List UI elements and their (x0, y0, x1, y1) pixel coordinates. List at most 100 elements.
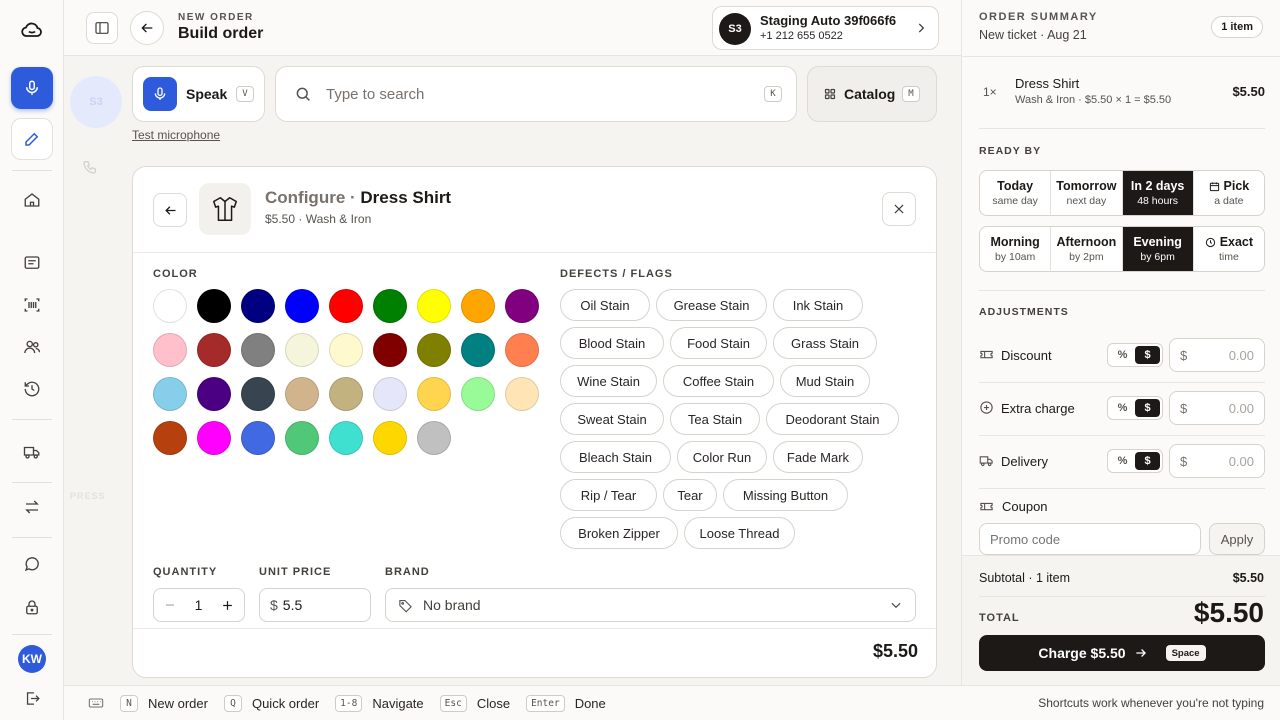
ready-option[interactable]: Evening by 6pm (1122, 227, 1194, 271)
color-swatch[interactable] (285, 421, 319, 455)
defect-chip[interactable]: Rip / Tear (560, 479, 657, 511)
unit-price-field[interactable]: $ 5.5 (259, 588, 371, 622)
color-swatch[interactable] (241, 289, 275, 323)
transfer-icon[interactable] (11, 486, 53, 528)
ready-option[interactable]: Exact time (1194, 227, 1264, 271)
ready-option[interactable]: Tomorrow next day (1051, 171, 1123, 215)
quantity-value[interactable]: 1 (195, 597, 203, 613)
defect-chip[interactable]: Grease Stain (656, 289, 767, 321)
color-swatch[interactable] (417, 333, 451, 367)
defect-chip[interactable]: Ink Stain (773, 289, 863, 321)
delivery-truck-icon[interactable] (11, 431, 53, 473)
speak-button[interactable]: Speak V (132, 66, 265, 122)
history-icon[interactable] (11, 368, 53, 410)
adjustment-amount-field[interactable]: $0.00 (1169, 338, 1265, 372)
color-swatch[interactable] (197, 421, 231, 455)
home-icon[interactable] (11, 179, 53, 221)
sidebar-toggle-button[interactable] (86, 12, 118, 44)
configure-back-button[interactable] (153, 193, 187, 227)
color-swatch[interactable] (461, 333, 495, 367)
color-swatch[interactable] (373, 421, 407, 455)
amount-type-toggle[interactable]: % $ (1107, 449, 1163, 473)
defect-chip[interactable]: Bleach Stain (560, 441, 671, 473)
search-input[interactable] (326, 85, 764, 103)
color-swatch[interactable] (505, 289, 539, 323)
defect-chip[interactable]: Missing Button (723, 479, 848, 511)
barcode-scan-icon[interactable] (11, 284, 53, 326)
ready-option[interactable]: Afternoon by 2pm (1051, 227, 1123, 271)
amount-type-toggle[interactable]: % $ (1107, 396, 1163, 420)
charge-button[interactable]: Charge $5.50 Space (979, 635, 1265, 671)
defect-chip[interactable]: Wine Stain (560, 365, 657, 397)
logo-icon[interactable] (20, 18, 44, 42)
color-swatch[interactable] (153, 421, 187, 455)
color-swatch[interactable] (505, 333, 539, 367)
defect-chip[interactable]: Grass Stain (773, 327, 877, 359)
defect-chip[interactable]: Broken Zipper (560, 517, 678, 549)
apply-button[interactable]: Apply (1209, 523, 1265, 555)
percent-option[interactable]: % (1110, 399, 1135, 417)
messages-icon[interactable] (11, 242, 53, 284)
defect-chip[interactable]: Deodorant Stain (766, 403, 899, 435)
color-swatch[interactable] (285, 333, 319, 367)
defect-chip[interactable]: Loose Thread (684, 517, 795, 549)
color-swatch[interactable] (329, 421, 363, 455)
defect-chip[interactable]: Tea Stain (670, 403, 760, 435)
dollar-option[interactable]: $ (1135, 452, 1160, 470)
color-swatch[interactable] (461, 289, 495, 323)
ready-option[interactable]: In 2 days 48 hours (1122, 171, 1194, 215)
build-order-button[interactable] (11, 118, 53, 160)
amount-type-toggle[interactable]: % $ (1107, 343, 1163, 367)
defect-chip[interactable]: Fade Mark (773, 441, 863, 473)
dollar-option[interactable]: $ (1135, 346, 1160, 364)
defect-chip[interactable]: Oil Stain (560, 289, 650, 321)
color-swatch[interactable] (373, 289, 407, 323)
color-swatch[interactable] (241, 333, 275, 367)
defect-chip[interactable]: Mud Stain (780, 365, 870, 397)
defect-chip[interactable]: Coffee Stain (663, 365, 774, 397)
defect-chip[interactable]: Sweat Stain (560, 403, 664, 435)
percent-option[interactable]: % (1110, 346, 1135, 364)
close-button[interactable] (882, 192, 916, 226)
defect-chip[interactable]: Food Stain (670, 327, 767, 359)
color-swatch[interactable] (417, 377, 451, 411)
defect-chip[interactable]: Color Run (677, 441, 767, 473)
color-swatch[interactable] (285, 289, 319, 323)
ready-option[interactable]: Today same day (980, 171, 1052, 215)
minus-icon[interactable] (164, 599, 176, 611)
color-swatch[interactable] (153, 333, 187, 367)
color-swatch[interactable] (373, 377, 407, 411)
catalog-button[interactable]: Catalog M (807, 66, 937, 122)
logout-icon[interactable] (11, 677, 53, 719)
color-swatch[interactable] (241, 421, 275, 455)
adjustment-amount-field[interactable]: $0.00 (1169, 391, 1265, 425)
color-swatch[interactable] (197, 377, 231, 411)
defect-chip[interactable]: Blood Stain (560, 327, 664, 359)
color-swatch[interactable] (417, 421, 451, 455)
ready-option[interactable]: Pick a date (1194, 171, 1264, 215)
percent-option[interactable]: % (1110, 452, 1135, 470)
color-swatch[interactable] (153, 377, 187, 411)
test-microphone-link[interactable]: Test microphone (132, 128, 220, 142)
ready-option[interactable]: Morning by 10am (980, 227, 1052, 271)
color-swatch[interactable] (329, 289, 363, 323)
color-swatch[interactable] (461, 377, 495, 411)
color-swatch[interactable] (329, 333, 363, 367)
adjustment-amount-field[interactable]: $0.00 (1169, 444, 1265, 478)
color-swatch[interactable] (197, 289, 231, 323)
line-item[interactable]: 1× Dress Shirt Wash & Iron · $5.50 × 1 =… (979, 76, 1265, 116)
color-swatch[interactable] (197, 333, 231, 367)
color-swatch[interactable] (329, 377, 363, 411)
brand-select[interactable]: No brand (385, 588, 916, 622)
customers-icon[interactable] (11, 326, 53, 368)
color-swatch[interactable] (153, 289, 187, 323)
color-swatch[interactable] (373, 333, 407, 367)
search-box[interactable]: K (275, 66, 797, 122)
color-swatch[interactable] (505, 377, 539, 411)
user-avatar[interactable]: KW (18, 645, 46, 673)
lock-icon[interactable] (11, 586, 53, 628)
defect-chip[interactable]: Tear (663, 479, 717, 511)
color-swatch[interactable] (285, 377, 319, 411)
chat-icon[interactable] (11, 543, 53, 585)
back-button[interactable] (130, 11, 164, 45)
